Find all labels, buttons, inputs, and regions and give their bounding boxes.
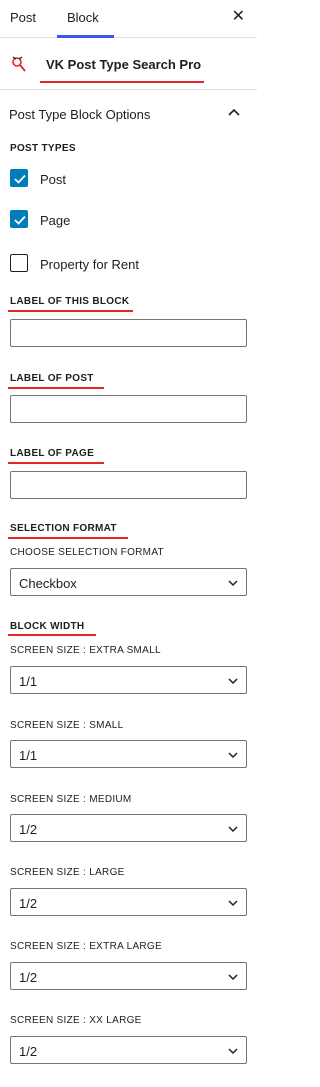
post-checkbox-label: Post bbox=[40, 172, 67, 187]
label-of-page-label: LABEL OF PAGE bbox=[10, 448, 95, 459]
choose-selection-format-label: CHOOSE SELECTION FORMAT bbox=[10, 547, 164, 558]
screen-size-extra-small-label: SCREEN SIZE : EXTRA SMALL bbox=[10, 645, 161, 656]
tab-block[interactable]: Block bbox=[57, 0, 114, 38]
post-checkbox[interactable] bbox=[10, 169, 28, 187]
highlight-underline bbox=[8, 387, 104, 389]
screen-size-extra-large-select[interactable]: 1/2 bbox=[10, 962, 247, 990]
screen-size-xx-large-value: 1/2 bbox=[19, 1044, 38, 1059]
panel-title: Post Type Block Options bbox=[9, 107, 151, 122]
block-width-label: BLOCK WIDTH bbox=[10, 621, 85, 632]
label-of-post-input[interactable] bbox=[10, 395, 247, 423]
block-title: VK Post Type Search Pro bbox=[46, 57, 202, 72]
screen-size-large-select[interactable]: 1/2 bbox=[10, 888, 247, 916]
chevron-down-icon bbox=[228, 826, 238, 833]
screen-size-small-select[interactable]: 1/1 bbox=[10, 740, 247, 768]
label-of-block-label: LABEL OF THIS BLOCK bbox=[10, 296, 130, 307]
screen-size-medium-select[interactable]: 1/2 bbox=[10, 814, 247, 842]
page-checkbox-label: Page bbox=[40, 213, 71, 228]
selection-format-value: Checkbox bbox=[19, 576, 77, 591]
screen-size-xx-large-select[interactable]: 1/2 bbox=[10, 1036, 247, 1064]
property-for-rent-checkbox[interactable] bbox=[10, 254, 28, 272]
check-icon bbox=[14, 215, 26, 225]
block-card: VK Post Type Search Pro bbox=[0, 38, 257, 90]
property-for-rent-checkbox-label: Property for Rent bbox=[40, 257, 139, 272]
screen-size-small-label: SCREEN SIZE : SMALL bbox=[10, 720, 124, 731]
screen-size-small-value: 1/1 bbox=[19, 748, 38, 763]
screen-size-extra-large-value: 1/2 bbox=[19, 970, 38, 985]
label-of-post-label: LABEL OF POST bbox=[10, 373, 94, 384]
screen-size-xx-large-label: SCREEN SIZE : XX LARGE bbox=[10, 1015, 142, 1026]
screen-size-medium-label: SCREEN SIZE : MEDIUM bbox=[10, 794, 132, 805]
chevron-down-icon bbox=[228, 900, 238, 907]
block-icon bbox=[12, 56, 26, 72]
screen-size-extra-small-select[interactable]: 1/1 bbox=[10, 666, 247, 694]
check-icon bbox=[14, 174, 26, 184]
post-types-label: POST TYPES bbox=[10, 143, 76, 154]
sidebar-tabs: Post Block ✕ bbox=[0, 0, 257, 38]
selection-format-select[interactable]: Checkbox bbox=[10, 568, 247, 596]
highlight-underline bbox=[8, 634, 96, 636]
chevron-down-icon bbox=[228, 678, 238, 685]
highlight-underline bbox=[40, 81, 204, 83]
selection-format-label: SELECTION FORMAT bbox=[10, 523, 117, 534]
label-of-page-input[interactable] bbox=[10, 471, 247, 499]
screen-size-extra-large-label: SCREEN SIZE : EXTRA LARGE bbox=[10, 941, 162, 952]
screen-size-extra-small-value: 1/1 bbox=[19, 674, 38, 689]
tab-post[interactable]: Post bbox=[0, 0, 46, 38]
highlight-underline bbox=[8, 537, 128, 539]
screen-size-medium-value: 1/2 bbox=[19, 822, 38, 837]
chevron-down-icon bbox=[228, 752, 238, 759]
page-checkbox[interactable] bbox=[10, 210, 28, 228]
panel-header[interactable]: Post Type Block Options bbox=[0, 90, 257, 138]
chevron-down-icon bbox=[228, 580, 238, 587]
chevron-down-icon bbox=[228, 1048, 238, 1055]
screen-size-large-value: 1/2 bbox=[19, 896, 38, 911]
label-of-block-input[interactable] bbox=[10, 319, 247, 347]
highlight-underline bbox=[8, 462, 104, 464]
highlight-underline bbox=[8, 310, 133, 312]
chevron-down-icon bbox=[228, 974, 238, 981]
screen-size-large-label: SCREEN SIZE : LARGE bbox=[10, 867, 125, 878]
close-icon[interactable]: ✕ bbox=[232, 7, 245, 27]
chevron-up-icon[interactable] bbox=[227, 106, 241, 120]
